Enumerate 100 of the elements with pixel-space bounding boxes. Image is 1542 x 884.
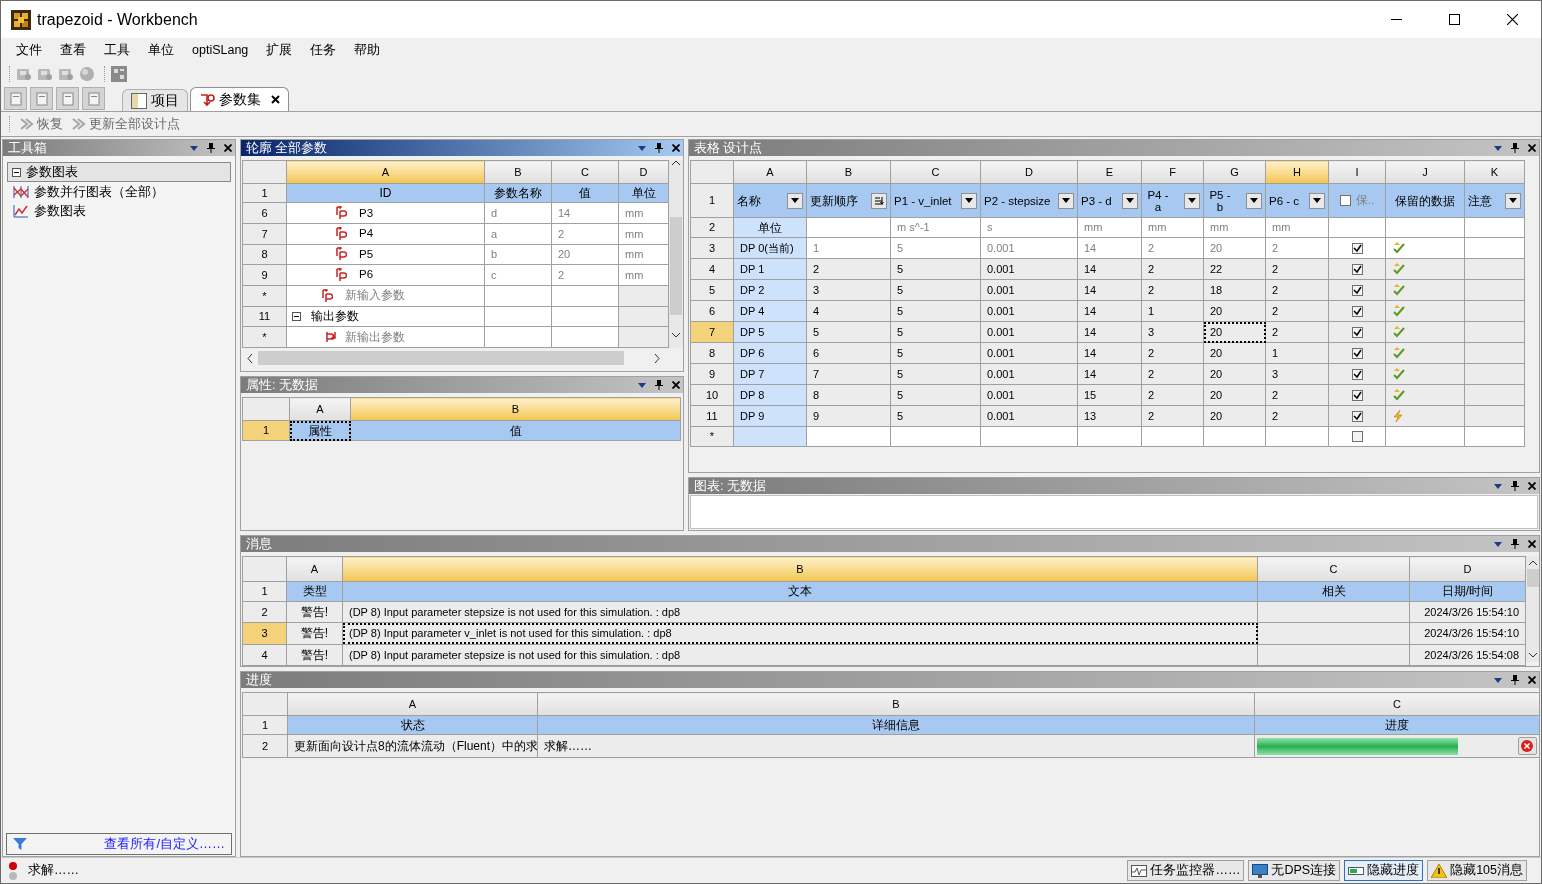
column-header[interactable]: A xyxy=(733,160,807,184)
status-button[interactable]: 无DPS连接 xyxy=(1248,860,1341,881)
column-header[interactable]: B xyxy=(537,692,1255,716)
column-header[interactable]: F xyxy=(1141,160,1204,184)
tree-item[interactable]: 参数图表 xyxy=(7,201,231,220)
scroll-thumb[interactable] xyxy=(670,217,682,315)
menu-item[interactable]: 文件 xyxy=(7,40,51,60)
checkbox[interactable] xyxy=(1351,368,1363,380)
tab[interactable]: 参数集 xyxy=(190,87,289,111)
row-header[interactable]: 8 xyxy=(690,342,734,364)
column-header[interactable]: A xyxy=(287,692,538,716)
menu-item[interactable]: 任务 xyxy=(301,40,346,60)
close-icon[interactable] xyxy=(271,95,280,104)
checkbox[interactable] xyxy=(1339,195,1351,206)
row-header[interactable]: 9 xyxy=(242,264,287,286)
menu-item[interactable]: 单位 xyxy=(139,40,183,60)
close-icon[interactable] xyxy=(1506,14,1518,25)
row-header[interactable]: 4 xyxy=(242,644,287,666)
row-header[interactable]: * xyxy=(690,426,734,447)
dropdown-button[interactable] xyxy=(1505,192,1521,209)
checkbox[interactable] xyxy=(1351,305,1363,317)
scroll-left-icon[interactable] xyxy=(247,353,253,363)
column-header[interactable]: G xyxy=(1203,160,1266,184)
scroll-thumb[interactable] xyxy=(258,351,624,365)
close-icon[interactable] xyxy=(1528,482,1536,490)
column-header[interactable]: A xyxy=(289,397,351,421)
column-header[interactable]: A xyxy=(286,160,485,184)
scroll-thumb[interactable] xyxy=(1526,569,1539,587)
dropdown-icon[interactable] xyxy=(190,145,198,151)
column-header[interactable]: J xyxy=(1385,160,1465,184)
row-header[interactable]: 1 xyxy=(242,581,287,602)
menu-item[interactable]: 扩展 xyxy=(257,40,302,60)
row-header[interactable]: 3 xyxy=(242,622,287,645)
dropdown-button[interactable] xyxy=(1309,192,1325,209)
dropdown-icon[interactable] xyxy=(1494,677,1502,683)
close-icon[interactable] xyxy=(1528,676,1536,684)
column-header[interactable]: E xyxy=(1077,160,1142,184)
status-button[interactable]: 隐藏105消息 xyxy=(1427,860,1527,881)
sort-button[interactable] xyxy=(871,192,887,209)
column-header[interactable]: C xyxy=(551,160,619,184)
scroll-down-icon[interactable] xyxy=(672,333,680,338)
pin-icon[interactable] xyxy=(655,143,663,153)
row-header[interactable]: 11 xyxy=(690,405,734,427)
row-header[interactable]: 2 xyxy=(242,734,288,758)
scrollbar[interactable] xyxy=(1526,556,1539,662)
close-icon[interactable] xyxy=(672,144,680,152)
dropdown-button[interactable] xyxy=(1058,192,1074,209)
row-header[interactable]: 1 xyxy=(242,420,290,441)
collapse-icon[interactable] xyxy=(12,167,21,177)
dropdown-button[interactable] xyxy=(1122,192,1138,209)
dropdown-button[interactable] xyxy=(787,192,803,209)
dropdown-icon[interactable] xyxy=(1494,145,1502,151)
menu-item[interactable]: 查看 xyxy=(51,40,95,60)
dropdown-icon[interactable] xyxy=(1494,483,1502,489)
column-header[interactable]: B xyxy=(484,160,552,184)
row-header[interactable]: 3 xyxy=(690,237,734,259)
column-header[interactable]: K xyxy=(1464,160,1525,184)
filter-icon[interactable] xyxy=(13,838,27,850)
row-header[interactable]: 8 xyxy=(242,244,287,265)
row-header[interactable]: 1 xyxy=(242,183,287,203)
column-header[interactable]: D xyxy=(1409,556,1526,582)
scroll-right-icon[interactable] xyxy=(654,353,660,363)
stop-button[interactable] xyxy=(1517,737,1537,755)
close-icon[interactable] xyxy=(224,144,232,152)
row-header[interactable]: 10 xyxy=(690,384,734,406)
checkbox[interactable] xyxy=(1351,242,1363,254)
scroll-down-icon[interactable] xyxy=(1528,653,1537,658)
maximize-icon[interactable] xyxy=(1448,14,1460,25)
row-header[interactable]: 11 xyxy=(242,306,287,327)
column-header[interactable]: D xyxy=(618,160,669,184)
close-icon[interactable] xyxy=(1528,540,1536,548)
checkbox[interactable] xyxy=(1351,263,1363,275)
dropdown-button[interactable] xyxy=(1246,192,1262,209)
grid-icon[interactable] xyxy=(111,66,127,82)
dropdown-button[interactable] xyxy=(1184,192,1200,209)
pin-icon[interactable] xyxy=(1511,539,1519,549)
close-icon[interactable] xyxy=(672,381,680,389)
status-button[interactable]: 隐藏进度 xyxy=(1344,860,1424,881)
scroll-up-icon[interactable] xyxy=(672,160,680,165)
scroll-up-icon[interactable] xyxy=(1528,560,1537,565)
status-button[interactable]: 任务监控器…… xyxy=(1127,860,1245,881)
checkbox[interactable] xyxy=(1351,389,1363,401)
checkbox[interactable] xyxy=(1351,284,1363,296)
dropdown-button[interactable] xyxy=(961,192,977,209)
tree-group[interactable]: 参数图表 xyxy=(7,162,231,182)
row-header[interactable]: 6 xyxy=(690,300,734,322)
row-header[interactable]: 6 xyxy=(242,202,287,224)
pin-icon[interactable] xyxy=(207,143,215,153)
row-header[interactable]: 4 xyxy=(690,258,734,280)
row-header[interactable]: 7 xyxy=(242,223,287,245)
column-header[interactable]: C xyxy=(890,160,981,184)
row-header[interactable]: 7 xyxy=(690,321,734,343)
row-header[interactable]: 5 xyxy=(690,279,734,301)
tab[interactable]: 项目 xyxy=(122,89,188,111)
row-header[interactable]: 2 xyxy=(242,601,287,623)
checkbox[interactable] xyxy=(1351,410,1363,422)
column-header[interactable]: I xyxy=(1328,160,1386,184)
tree-item[interactable]: 参数并行图表（全部） xyxy=(7,182,231,201)
row-header[interactable]: * xyxy=(242,285,287,307)
menu-item[interactable]: 工具 xyxy=(95,40,139,60)
